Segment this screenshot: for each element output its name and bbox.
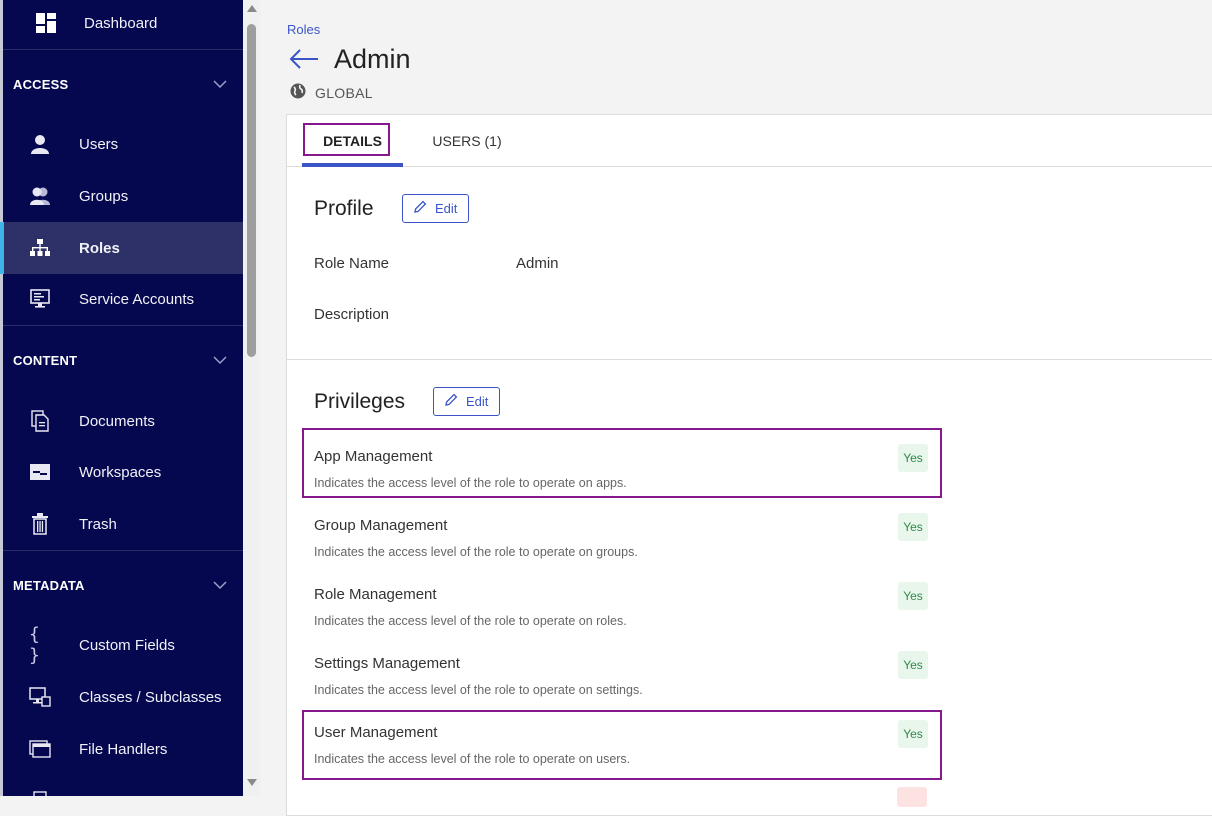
description-label: Description (314, 306, 390, 323)
back-arrow-icon[interactable] (289, 48, 319, 75)
sidebar-item-file-handlers[interactable]: File Handlers (3, 723, 243, 775)
privilege-description: Indicates the access level of the role t… (314, 614, 627, 628)
section-title: METADATA (13, 577, 85, 593)
privilege-status-badge: Yes (898, 651, 928, 679)
privilege-name: User Management (314, 724, 438, 741)
sidebar-item-users[interactable]: Users (3, 118, 243, 170)
privilege-status-badge-partial (897, 787, 927, 807)
documents-icon (29, 410, 51, 432)
privilege-status-badge: Yes (898, 444, 928, 472)
groups-icon (29, 185, 51, 207)
privilege-description: Indicates the access level of the role t… (314, 752, 631, 766)
sidebar-item-label: Custom Fields (79, 636, 175, 654)
workspaces-icon (29, 461, 51, 483)
page-title: Admin (334, 44, 411, 74)
sidebar-item-label: Roles (79, 239, 120, 257)
privilege-description: Indicates the access level of the role t… (314, 683, 643, 697)
service-accounts-icon (29, 288, 51, 310)
privilege-name: Role Management (314, 586, 437, 603)
edit-label: Edit (466, 394, 489, 409)
highlight-box (303, 123, 390, 156)
sidebar-item-label: Groups (79, 187, 129, 205)
privilege-row-settings-management: Settings Management Indicates the access… (314, 651, 934, 715)
privilege-row-user-management: User Management Indicates the access lev… (314, 720, 934, 784)
sidebar-item-workspaces[interactable]: Workspaces (3, 446, 243, 498)
trash-icon (29, 513, 51, 535)
sidebar: Dashboard ACCESS Users Groups Roles Serv… (0, 0, 243, 796)
sidebar-item-label: Workspaces (79, 463, 162, 481)
globe-icon (290, 83, 306, 102)
sidebar-item-documents[interactable]: Documents (3, 395, 243, 447)
sidebar-section-metadata[interactable]: METADATA (3, 550, 243, 619)
profile-edit-button[interactable]: Edit (402, 194, 470, 223)
roles-icon (29, 237, 51, 259)
scroll-up-arrow-icon[interactable] (247, 5, 257, 12)
pencil-icon (444, 393, 458, 410)
classes-icon (29, 686, 51, 708)
chevron-down-icon (213, 352, 227, 370)
role-name-label: Role Name (314, 255, 390, 272)
role-details-panel: DETAILS USERS (1) Profile Edit Role Name… (286, 114, 1212, 816)
sidebar-item-trash[interactable]: Trash (3, 498, 243, 550)
sidebar-item-label: Trash (79, 515, 117, 533)
sidebar-item-service-accounts[interactable]: Service Accounts (3, 273, 243, 325)
sidebar-section-content[interactable]: CONTENT (3, 325, 243, 394)
privilege-status-badge: Yes (898, 582, 928, 610)
custom-fields-icon: { } (29, 624, 40, 666)
privilege-name: Settings Management (314, 655, 460, 672)
tab-users[interactable]: USERS (1) (417, 115, 517, 166)
breadcrumb-roles-link[interactable]: Roles (287, 22, 320, 37)
privilege-status-badge: Yes (898, 513, 928, 541)
sidebar-item-custom-fields[interactable]: { } Custom Fields (3, 619, 243, 671)
sidebar-item-groups[interactable]: Groups (3, 170, 243, 222)
privilege-description: Indicates the access level of the role t… (314, 545, 638, 559)
section-title: CONTENT (13, 352, 78, 368)
profile-heading: Profile (314, 197, 374, 220)
sidebar-item-label: Service Accounts (79, 290, 195, 308)
edit-label: Edit (435, 201, 458, 216)
sidebar-scrollbar[interactable] (243, 0, 260, 796)
scope-label: GLOBAL (315, 84, 373, 101)
sidebar-item-more[interactable] (3, 775, 243, 796)
privilege-status-badge: Yes (898, 720, 928, 748)
file-handlers-icon (29, 738, 51, 760)
chevron-down-icon (213, 76, 227, 94)
section-title: ACCESS (13, 76, 69, 92)
user-icon (29, 133, 51, 155)
chevron-down-icon (213, 577, 227, 595)
sidebar-item-label: Documents (79, 412, 155, 430)
sidebar-item-classes[interactable]: Classes / Subclasses (3, 671, 243, 723)
sidebar-section-access[interactable]: ACCESS (3, 49, 243, 118)
privilege-description: Indicates the access level of the role t… (314, 476, 627, 490)
role-name-value: Admin (516, 255, 559, 272)
tab-label: USERS (1) (432, 132, 502, 149)
privilege-name: App Management (314, 448, 433, 465)
sidebar-item-label: Users (79, 135, 119, 153)
privileges-heading: Privileges (314, 390, 406, 413)
scroll-down-arrow-icon[interactable] (247, 779, 257, 786)
sidebar-item-dashboard[interactable]: Dashboard (3, 0, 243, 49)
sidebar-item-roles[interactable]: Roles (0, 222, 243, 274)
privilege-name: Group Management (314, 517, 448, 534)
section-divider (287, 359, 1212, 360)
tab-bar: DETAILS USERS (1) (287, 115, 1212, 167)
sidebar-item-label: Classes / Subclasses (79, 688, 222, 706)
main-content: Roles Admin GLOBAL DETAILS USERS (1) Pro… (260, 0, 1212, 816)
pencil-icon (413, 200, 427, 217)
sidebar-item-label: Dashboard (84, 14, 158, 32)
privileges-edit-button[interactable]: Edit (433, 387, 501, 416)
sidebar-item-label: File Handlers (79, 740, 168, 758)
privilege-row-app-management: App Management Indicates the access leve… (314, 444, 934, 508)
scrollbar-thumb[interactable] (247, 24, 256, 357)
dashboard-icon (35, 12, 57, 34)
privilege-row-role-management: Role Management Indicates the access lev… (314, 582, 934, 646)
scope-indicator: GLOBAL (290, 83, 373, 102)
document-icon (29, 790, 51, 796)
privilege-row-group-management: Group Management Indicates the access le… (314, 513, 934, 577)
